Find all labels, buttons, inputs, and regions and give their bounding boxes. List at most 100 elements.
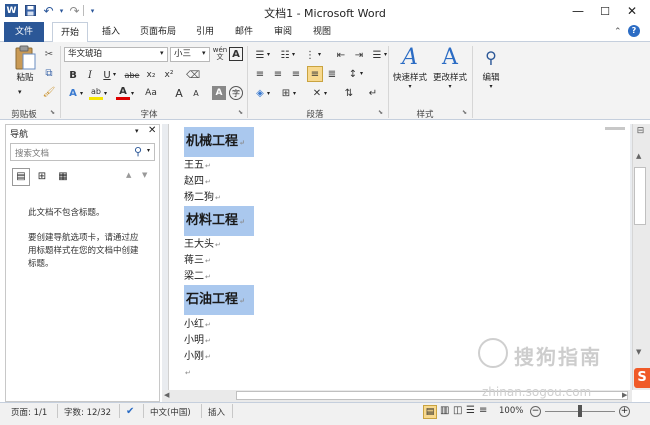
chinese-layout-icon[interactable]: ☰: [370, 48, 384, 62]
bullets-dropdown-icon[interactable]: ▾: [267, 51, 270, 58]
zoom-in-icon[interactable]: +: [619, 406, 630, 417]
maximize-button[interactable]: ☐: [590, 3, 620, 19]
sort-icon[interactable]: ⇅: [342, 86, 356, 100]
highlight-dropdown-icon[interactable]: ▾: [104, 90, 107, 97]
font-size-dropdown-icon[interactable]: ▾: [202, 49, 206, 57]
tab-mailings[interactable]: 邮件: [229, 22, 259, 42]
paragraph-launcher-icon[interactable]: ⬊: [378, 109, 383, 116]
tab-view[interactable]: 视图: [307, 22, 337, 42]
clipboard-launcher-icon[interactable]: ⬊: [50, 109, 55, 116]
underline-button[interactable]: U: [100, 68, 114, 82]
line-spacing-dropdown-icon[interactable]: ▾: [360, 70, 363, 77]
distributed-icon[interactable]: ≣: [325, 67, 339, 81]
font-launcher-icon[interactable]: ⬊: [238, 109, 243, 116]
bullets-icon[interactable]: ☰: [253, 48, 267, 62]
change-styles-button[interactable]: A 更改样式 ▾: [431, 45, 469, 90]
multilevel-dropdown-icon[interactable]: ▾: [318, 51, 321, 58]
borders-icon[interactable]: ⊞: [279, 86, 293, 100]
underline-dropdown-icon[interactable]: ▾: [113, 71, 116, 78]
scroll-down-icon[interactable]: ▼: [636, 348, 641, 356]
search-dropdown-icon[interactable]: ▾: [147, 147, 150, 154]
editing-button[interactable]: ⚲ 编辑 ▾: [477, 45, 505, 90]
asian-typography-dropdown-icon[interactable]: ▾: [324, 90, 327, 97]
align-right-icon[interactable]: ≡: [289, 67, 303, 81]
search-icon[interactable]: ⚲: [134, 145, 142, 158]
insert-mode[interactable]: 插入: [208, 406, 225, 418]
ruler-toggle-icon[interactable]: ⊟: [634, 126, 647, 139]
tab-review[interactable]: 审阅: [268, 22, 298, 42]
scroll-right-icon[interactable]: ▶: [622, 391, 627, 399]
line-spacing-icon[interactable]: ↕: [346, 67, 360, 81]
character-border-icon[interactable]: A: [229, 47, 243, 61]
grow-font-button[interactable]: A: [172, 86, 186, 100]
language[interactable]: 中文(中国): [150, 406, 191, 418]
text-effects-button[interactable]: A: [66, 86, 80, 100]
strikethrough-button[interactable]: abe: [121, 68, 143, 82]
draft-icon[interactable]: ≡: [479, 405, 487, 416]
shrink-font-button[interactable]: A: [189, 86, 203, 100]
page-count[interactable]: 页面: 1/1: [11, 406, 47, 418]
word-count[interactable]: 字数: 12/32: [64, 406, 111, 418]
zoom-level[interactable]: 100%: [499, 406, 523, 416]
nav-options-icon[interactable]: ▾: [135, 127, 139, 135]
change-case-button[interactable]: Aa: [142, 86, 160, 100]
cut-icon[interactable]: ✂: [42, 47, 56, 61]
full-screen-reading-icon[interactable]: ▥: [440, 405, 449, 416]
increase-indent-icon[interactable]: ⇥: [352, 48, 366, 62]
tab-page-layout[interactable]: 页面布局: [132, 22, 184, 42]
justify-icon[interactable]: ≡: [307, 66, 323, 82]
numbering-icon[interactable]: ☷: [278, 48, 292, 62]
styles-launcher-icon[interactable]: ⬊: [462, 109, 467, 116]
superscript-button[interactable]: x²: [162, 68, 176, 82]
clear-formatting-icon[interactable]: ⌫: [186, 68, 200, 82]
close-button[interactable]: ✕: [617, 3, 647, 19]
scroll-left-icon[interactable]: ◀: [164, 391, 169, 399]
nav-results-tab[interactable]: ▦: [54, 168, 72, 186]
paste-dropdown-icon[interactable]: ▾: [18, 88, 22, 96]
font-color-button[interactable]: A: [116, 86, 130, 100]
zoom-slider-thumb[interactable]: [578, 405, 582, 417]
font-color-dropdown-icon[interactable]: ▾: [131, 90, 134, 97]
subscript-button[interactable]: x₂: [144, 68, 158, 82]
tab-file[interactable]: 文件: [4, 22, 44, 42]
shading-dropdown-icon[interactable]: ▾: [267, 90, 270, 97]
nav-close-icon[interactable]: ✕: [148, 125, 156, 136]
nav-next-icon[interactable]: ▼: [142, 171, 147, 179]
bold-button[interactable]: B: [66, 68, 80, 82]
font-name-dropdown-icon[interactable]: ▾: [160, 49, 164, 57]
vertical-scroll-thumb[interactable]: [634, 167, 646, 225]
help-icon[interactable]: ?: [628, 25, 640, 37]
asian-typography-icon[interactable]: ✕: [310, 86, 324, 100]
web-layout-icon[interactable]: ◫: [453, 405, 462, 416]
quick-styles-button[interactable]: A 快速样式 ▾: [392, 45, 428, 90]
zoom-out-icon[interactable]: −: [530, 406, 541, 417]
show-marks-icon[interactable]: ↵: [366, 86, 380, 100]
phonetic-guide-icon[interactable]: wén 文: [213, 47, 227, 61]
format-painter-icon[interactable]: 🖌: [42, 85, 56, 99]
decrease-indent-icon[interactable]: ⇤: [334, 48, 348, 62]
multilevel-list-icon[interactable]: ⋮: [303, 48, 317, 62]
font-name-box[interactable]: 华文琥珀: [64, 47, 168, 62]
tab-insert[interactable]: 插入: [96, 22, 126, 42]
numbering-dropdown-icon[interactable]: ▾: [292, 51, 295, 58]
chinese-layout-dropdown-icon[interactable]: ▾: [384, 51, 387, 58]
nav-search-input[interactable]: 搜索文档 ⚲ ▾: [10, 143, 155, 161]
paste-button[interactable]: 粘贴: [8, 45, 42, 83]
outline-icon[interactable]: ☰: [466, 405, 475, 416]
scroll-up-icon[interactable]: ▲: [636, 152, 641, 160]
align-center-icon[interactable]: ≡: [271, 67, 285, 81]
character-shading-button[interactable]: A: [212, 86, 226, 100]
enclose-characters-icon[interactable]: 字: [229, 86, 243, 100]
nav-headings-tab[interactable]: ▤: [12, 168, 30, 186]
italic-button[interactable]: I: [83, 68, 97, 82]
minimize-button[interactable]: —: [563, 3, 593, 19]
tab-home[interactable]: 开始: [52, 22, 88, 43]
tab-references[interactable]: 引用: [190, 22, 220, 42]
text-effects-dropdown-icon[interactable]: ▾: [80, 90, 83, 97]
align-left-icon[interactable]: ≡: [253, 67, 267, 81]
nav-pages-tab[interactable]: ⊞: [33, 168, 51, 186]
shading-icon[interactable]: ◈: [253, 86, 267, 100]
nav-prev-icon[interactable]: ▲: [126, 171, 131, 179]
copy-icon[interactable]: ⧉: [42, 66, 56, 80]
ribbon-collapse-icon[interactable]: ⌃: [614, 27, 622, 37]
